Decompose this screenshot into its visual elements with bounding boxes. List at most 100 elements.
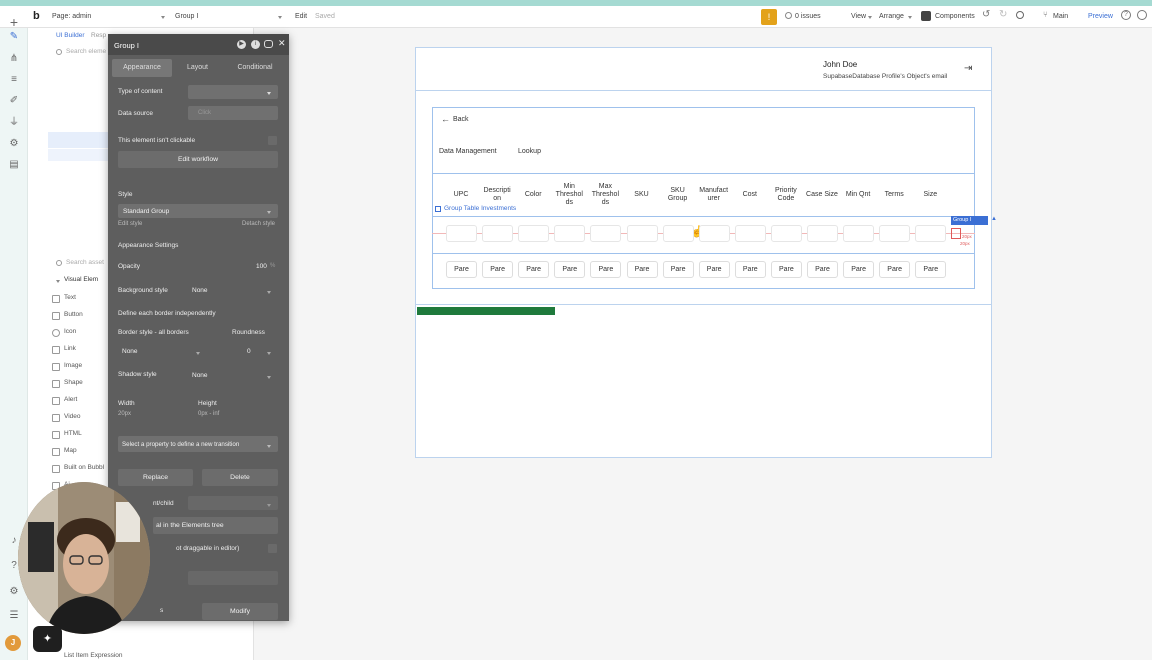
shadow-style-value[interactable]: None: [192, 372, 208, 379]
reveal-in-tree-button[interactable]: al in the Elements tree: [153, 517, 278, 534]
comment-icon[interactable]: [264, 40, 273, 48]
warning-icon[interactable]: !: [761, 9, 777, 25]
cell-pare[interactable]: Pare: [879, 261, 911, 278]
help-icon[interactable]: ?: [1121, 10, 1131, 20]
empty-cell[interactable]: [770, 225, 802, 242]
page-canvas[interactable]: John Doe SupabaseDatabase Profile's Obje…: [415, 47, 997, 458]
replace-button[interactable]: Replace: [118, 469, 193, 486]
bubble-logo[interactable]: b: [33, 10, 45, 23]
components-menu[interactable]: Components: [935, 13, 975, 20]
not-draggable-checkbox[interactable]: [268, 544, 277, 553]
element-item-link[interactable]: Link: [64, 345, 76, 352]
modify-button[interactable]: Modify: [202, 603, 278, 620]
empty-cell[interactable]: [446, 225, 477, 242]
empty-cell[interactable]: [590, 225, 622, 242]
hidden-elements-strip[interactable]: [417, 307, 555, 315]
person-icon[interactable]: ▲: [991, 216, 997, 222]
element-item-html[interactable]: HTML: [64, 430, 82, 437]
empty-cell[interactable]: [482, 225, 514, 242]
user-avatar[interactable]: J: [5, 635, 21, 651]
height-value[interactable]: 0px - inf: [198, 411, 219, 417]
play-icon[interactable]: ▶: [237, 40, 246, 49]
list-item-expression[interactable]: List Item Expression: [64, 652, 123, 659]
tab-lookup[interactable]: Lookup: [518, 148, 541, 155]
search-assets-input[interactable]: Search asset: [66, 259, 104, 266]
empty-cell[interactable]: [518, 225, 550, 242]
element-selector[interactable]: Group I: [175, 13, 198, 20]
cell-pare[interactable]: Pare: [843, 261, 875, 278]
tab-data-management[interactable]: Data Management: [439, 148, 497, 155]
data-icon[interactable]: ≡: [8, 74, 20, 86]
border-independent-label[interactable]: Define each border independently: [118, 310, 216, 317]
detach-style-link[interactable]: Detach style: [242, 221, 275, 227]
view-menu[interactable]: View: [851, 13, 866, 20]
search-elements-input[interactable]: Search eleme: [66, 48, 106, 55]
branch-selector[interactable]: Main: [1053, 13, 1068, 20]
plugins-icon[interactable]: ⏚: [8, 117, 20, 129]
arrange-menu[interactable]: Arrange: [879, 13, 904, 20]
background-style-value[interactable]: None: [192, 287, 208, 294]
empty-cell[interactable]: [843, 225, 875, 242]
empty-cell[interactable]: [698, 225, 730, 242]
undo-icon[interactable]: ↺: [982, 9, 990, 20]
element-item-map[interactable]: Map: [64, 447, 77, 454]
cell-pare[interactable]: Pare: [734, 261, 766, 278]
edit-style-link[interactable]: Edit style: [118, 221, 142, 227]
redo-icon[interactable]: ↻: [999, 9, 1007, 20]
not-clickable-checkbox[interactable]: [268, 136, 277, 145]
custom-input[interactable]: [188, 571, 278, 585]
account-icon[interactable]: [1137, 10, 1147, 20]
element-item-shape[interactable]: Shape: [64, 379, 83, 386]
cell-pare[interactable]: Pare: [518, 261, 550, 278]
empty-cell[interactable]: [915, 225, 947, 242]
cell-pare[interactable]: Pare: [626, 261, 658, 278]
element-item-button[interactable]: Button: [64, 311, 83, 318]
empty-cell[interactable]: [626, 225, 658, 242]
tab-appearance[interactable]: Appearance: [112, 59, 172, 77]
back-link[interactable]: Back: [453, 116, 469, 123]
close-icon[interactable]: ✕: [278, 38, 286, 49]
menu-icon[interactable]: ☰: [8, 610, 20, 622]
cell-pare[interactable]: Pare: [446, 261, 477, 278]
arrow-left-icon[interactable]: ←: [441, 114, 450, 124]
width-value[interactable]: 20px: [118, 411, 131, 417]
tab-layout[interactable]: Layout: [170, 59, 225, 77]
empty-cell[interactable]: [879, 225, 911, 242]
info-icon[interactable]: i: [251, 40, 260, 49]
ai-assistant-button[interactable]: ✦: [33, 626, 62, 652]
settings-icon[interactable]: ⚙: [8, 138, 20, 150]
search-icon[interactable]: [1016, 11, 1024, 19]
issues-count[interactable]: 0 issues: [795, 13, 821, 20]
parent-child-select[interactable]: [188, 496, 278, 510]
logout-icon[interactable]: ⇥: [964, 63, 972, 74]
element-item-video[interactable]: Video: [64, 413, 81, 420]
workflow-icon[interactable]: ⋔: [8, 53, 20, 65]
tab-responsive[interactable]: Resp: [91, 32, 106, 39]
cell-pare[interactable]: Pare: [698, 261, 730, 278]
visual-elements-header[interactable]: Visual Elem: [64, 276, 98, 283]
element-item-image[interactable]: Image: [64, 362, 82, 369]
selected-element[interactable]: [951, 228, 961, 239]
delete-button[interactable]: Delete: [202, 469, 278, 486]
add-icon[interactable]: +: [8, 15, 20, 29]
gear-icon[interactable]: ⚙: [8, 586, 20, 598]
empty-cell[interactable]: [807, 225, 838, 242]
element-item-built-on-bubble[interactable]: Built on Bubbl: [64, 464, 104, 471]
cell-pare[interactable]: Pare: [590, 261, 622, 278]
cell-pare[interactable]: Pare: [554, 261, 586, 278]
border-style-value[interactable]: None: [122, 348, 138, 355]
chevron-down-icon[interactable]: [56, 278, 60, 285]
tab-ui-builder[interactable]: UI Builder: [56, 32, 85, 39]
chevron-down-icon[interactable]: [278, 14, 282, 21]
empty-cell[interactable]: [554, 225, 586, 242]
cell-pare[interactable]: Pare: [662, 261, 694, 278]
empty-cell[interactable]: [662, 225, 694, 242]
design-icon[interactable]: ✎: [8, 31, 20, 43]
element-item-text[interactable]: Text: [64, 294, 76, 301]
element-item-icon[interactable]: Icon: [64, 328, 76, 335]
cell-pare[interactable]: Pare: [770, 261, 802, 278]
styles-icon[interactable]: ✐: [8, 95, 20, 107]
cell-pare[interactable]: Pare: [915, 261, 947, 278]
edit-workflow-button[interactable]: Edit workflow: [118, 151, 278, 168]
empty-cell[interactable]: [734, 225, 766, 242]
